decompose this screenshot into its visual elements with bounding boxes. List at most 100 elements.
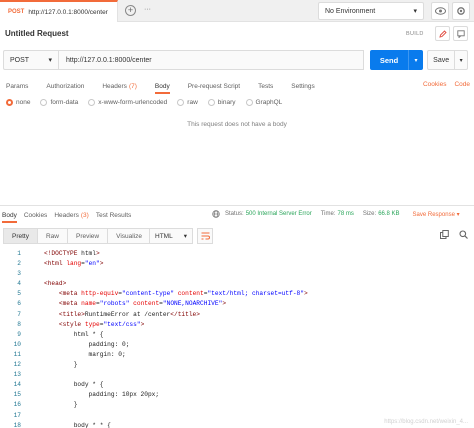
copy-icon[interactable] — [440, 230, 449, 239]
search-icon[interactable] — [459, 230, 468, 239]
send-button[interactable]: Send ▾ — [370, 50, 423, 70]
wrap-icon — [201, 232, 210, 240]
code-line: 3 — [0, 269, 474, 279]
tab-label: Authorization — [46, 82, 85, 90]
fold-gutter — [21, 249, 44, 259]
fold-gutter — [21, 299, 44, 309]
radio-icon — [40, 99, 48, 106]
line-number: 10 — [13, 340, 21, 348]
line-number: 1 — [17, 250, 21, 257]
code-text: } — [44, 361, 78, 369]
line-number: 16 — [13, 401, 21, 409]
body-type-graphql[interactable]: GraphQL — [245, 99, 282, 106]
fold-gutter — [21, 390, 44, 400]
tab-response-cookies[interactable]: Cookies — [24, 207, 47, 223]
line-number: 14 — [13, 381, 21, 389]
code-link[interactable]: Code — [454, 81, 470, 88]
radio-icon — [88, 99, 96, 106]
body-type-none[interactable]: none — [6, 99, 30, 106]
code-line: 14 body * { — [0, 380, 474, 390]
tab-tests[interactable]: Tests — [258, 78, 273, 94]
method-select-value: POST — [10, 56, 30, 64]
tab-authorization[interactable]: Authorization — [46, 78, 84, 94]
view-raw[interactable]: Raw — [36, 228, 68, 244]
status-value[interactable]: 500 Internal Server Error — [246, 211, 312, 217]
view-pretty[interactable]: Pretty — [3, 228, 38, 244]
code-text: } — [44, 401, 78, 409]
view-visualize[interactable]: Visualize — [107, 228, 152, 244]
save-button[interactable]: Save ▾ — [427, 50, 468, 70]
comments-button[interactable] — [453, 26, 468, 41]
tab-response-headers[interactable]: Headers (3) — [54, 207, 89, 223]
code-line: 9 html * { — [0, 330, 474, 340]
environment-select[interactable]: No Environment ▾ — [318, 2, 424, 20]
fold-gutter — [21, 330, 44, 340]
fold-gutter — [21, 320, 44, 330]
code-text: <!DOCTYPE html> — [44, 250, 100, 257]
view-preview[interactable]: Preview — [67, 228, 109, 244]
cookies-link[interactable]: Cookies — [423, 81, 446, 88]
tab-label: Tests — [258, 82, 274, 90]
tab-label: Params — [6, 82, 29, 90]
radio-label: none — [16, 99, 31, 106]
request-tab[interactable]: POST http://127.0.0.1:8000/center — [0, 0, 118, 22]
fold-gutter — [21, 259, 44, 269]
send-button-label: Send — [379, 55, 399, 65]
tab-response-body[interactable]: Body — [2, 207, 17, 223]
new-tab-icon[interactable]: + — [125, 5, 136, 16]
fold-gutter — [21, 370, 44, 380]
code-line: 4 <head> — [0, 279, 474, 289]
request-tab-url: http://127.0.0.1:8000/center — [28, 8, 108, 16]
view-label: Raw — [45, 232, 59, 240]
code-text: <style type="text/css"> — [58, 320, 145, 328]
build-mode-label[interactable]: BUILD — [406, 31, 424, 37]
edit-button[interactable] — [435, 26, 450, 41]
tab-pre-request-script[interactable]: Pre-request Script — [188, 78, 240, 94]
tab-params[interactable]: Params — [6, 78, 28, 94]
tab-label: Pre-request Script — [187, 82, 241, 90]
send-options-chevron-icon[interactable]: ▾ — [408, 50, 423, 70]
tab-test-results[interactable]: Test Results — [96, 207, 131, 223]
response-meta: Status: 500 Internal Server Error Time: … — [212, 210, 460, 218]
body-type-form-data[interactable]: form-data — [40, 99, 78, 106]
code-line: 16 } — [0, 400, 474, 410]
size-value[interactable]: 66.8 KB — [378, 211, 399, 217]
request-title[interactable]: Untitled Request — [5, 29, 69, 38]
response-actions — [440, 230, 468, 239]
gear-icon — [457, 7, 465, 15]
more-tabs-icon[interactable]: ··· — [142, 5, 153, 16]
body-type-urlencoded[interactable]: x-www-form-urlencoded — [88, 99, 167, 106]
body-type-binary[interactable]: binary — [207, 99, 236, 106]
save-response-button[interactable]: Save Response ▾ — [413, 211, 460, 218]
fold-gutter — [21, 340, 44, 350]
time-value[interactable]: 78 ms — [338, 211, 354, 217]
code-line: 12 } — [0, 360, 474, 370]
response-code-view[interactable]: 1 <!DOCTYPE html> 2 <html lang="en"> 3 4 <head… — [0, 249, 474, 428]
url-input[interactable]: http://127.0.0.1:8000/center — [59, 50, 364, 70]
line-number: 7 — [17, 310, 21, 318]
globe-icon[interactable] — [212, 210, 220, 218]
fold-gutter — [21, 400, 44, 410]
code-line: 10 padding: 0; — [0, 340, 474, 350]
code-text: <head> — [44, 280, 67, 288]
save-options-chevron-icon[interactable]: ▾ — [454, 51, 467, 69]
line-number: 11 — [13, 350, 21, 358]
response-divider[interactable] — [0, 205, 474, 206]
radio-icon — [207, 99, 215, 106]
body-type-raw[interactable]: raw — [177, 99, 198, 106]
code-line: 15 padding: 10px 20px; — [0, 390, 474, 400]
code-text: padding: 0; — [44, 340, 130, 348]
tab-settings[interactable]: Settings — [291, 78, 315, 94]
tab-headers[interactable]: Headers (7) — [102, 78, 137, 94]
code-text: <html lang="en"> — [44, 260, 104, 268]
environment-quick-look-button[interactable] — [431, 2, 449, 20]
format-select[interactable]: HTML ▾ — [149, 228, 193, 244]
tab-label: Headers — [102, 82, 127, 90]
fold-gutter — [21, 350, 44, 360]
method-select[interactable]: POST ▾ — [3, 50, 59, 70]
manage-environments-button[interactable] — [452, 2, 470, 20]
response-view-toggle: Pretty Raw Preview Visualize — [3, 228, 152, 244]
wrap-lines-button[interactable] — [197, 228, 213, 244]
code-text: <meta name="robots" content="NONE,NOARCH… — [58, 300, 227, 308]
tab-body[interactable]: Body — [154, 78, 170, 94]
